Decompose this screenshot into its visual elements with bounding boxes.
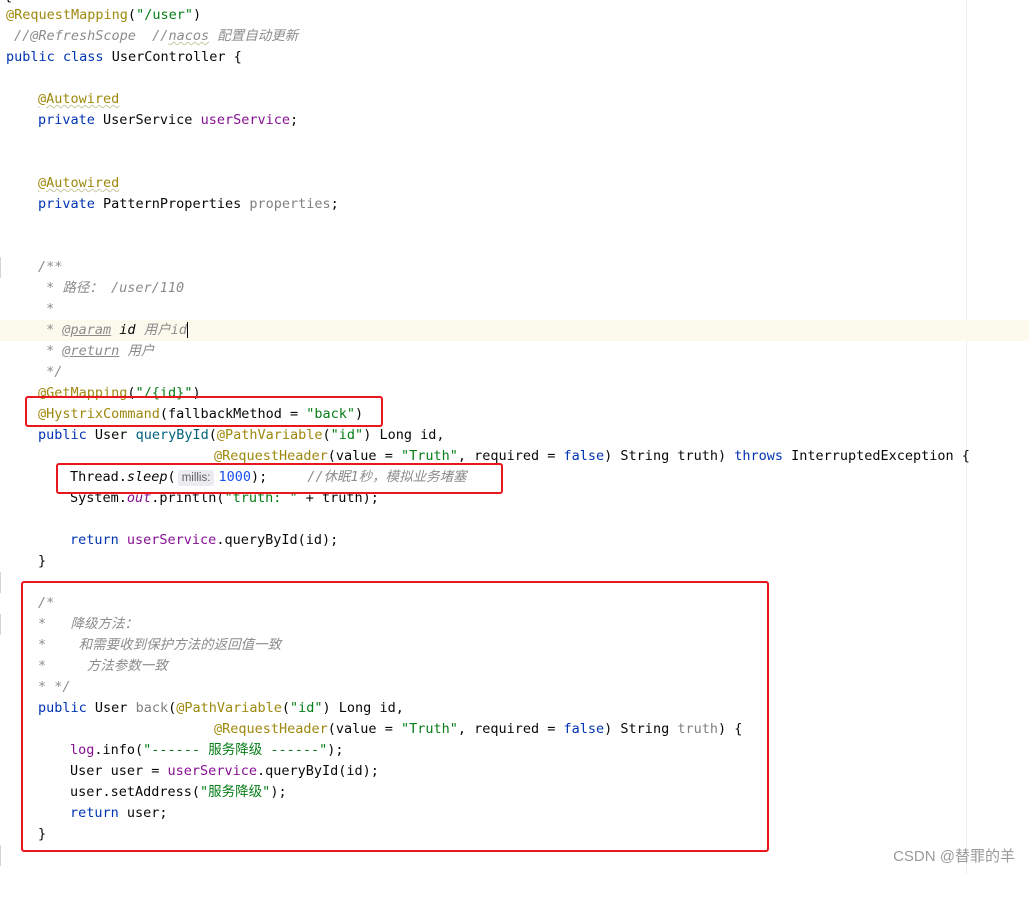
- doc-param-token: id: [111, 322, 136, 338]
- code-line[interactable]: return userService.queryById(id);: [0, 530, 1029, 551]
- code-token: ): [192, 7, 202, 23]
- code-line[interactable]: @Autowired: [0, 173, 1029, 194]
- code-line[interactable]: *: [0, 299, 1029, 320]
- keyword-token: return: [70, 532, 119, 548]
- keyword-token: public: [6, 49, 55, 65]
- code-token: User: [86, 427, 136, 443]
- doc-comment-token: * 路径： /user/110: [38, 280, 185, 296]
- code-token: InterruptedException {: [783, 448, 970, 464]
- code-line[interactable]: */: [0, 362, 1029, 383]
- doc-comment-token: /**: [38, 259, 63, 275]
- code-line[interactable]: @RequestMapping("/user"): [0, 5, 1029, 26]
- code-token: {: [225, 49, 242, 65]
- fold-marker[interactable]: [0, 257, 7, 278]
- code-token: ) String truth): [604, 448, 735, 464]
- code-token: UserService: [94, 112, 201, 128]
- code-token: (: [322, 427, 331, 443]
- field-token: userService: [200, 112, 290, 128]
- code-line[interactable]: private UserService userService;: [0, 110, 1029, 131]
- keyword-token: class: [62, 49, 104, 65]
- csdn-watermark: CSDN @替罪的羊: [893, 848, 1015, 865]
- string-token: "/user": [136, 7, 193, 23]
- doc-comment-token: *: [38, 301, 55, 317]
- code-token: ;: [289, 112, 299, 128]
- string-token: "id": [330, 427, 364, 443]
- code-token: (: [127, 7, 137, 23]
- code-line[interactable]: }: [0, 551, 1029, 593]
- code-editor[interactable]: { @RequestMapping("/user") //@RefreshSco…: [0, 0, 1029, 874]
- code-line[interactable]: * 路径： /user/110: [0, 278, 1029, 299]
- string-token: "Truth": [400, 448, 458, 464]
- code-line[interactable]: public User queryById(@PathVariable("id"…: [0, 425, 1029, 446]
- unused-field-token: properties: [249, 196, 331, 212]
- doc-comment-token: *: [38, 343, 63, 359]
- code-line[interactable]: private PatternProperties properties;: [0, 194, 1029, 215]
- code-token: ) Long id,: [363, 427, 445, 443]
- code-token: .queryById(id);: [216, 532, 339, 548]
- annotation-token: @Autowired: [38, 175, 120, 191]
- text-caret: [186, 322, 188, 338]
- fold-marker[interactable]: [0, 572, 7, 593]
- comment-token: //@RefreshScope: [14, 28, 136, 44]
- annotation-token: @PathVariable: [216, 427, 323, 443]
- doc-tag-token: @param: [62, 322, 112, 338]
- code-token: PatternProperties: [94, 196, 250, 212]
- fold-marker[interactable]: [0, 845, 7, 866]
- field-token: userService: [118, 532, 217, 548]
- code-line[interactable]: public class UserController {: [0, 47, 1029, 68]
- annotation-token: @Autowired: [38, 91, 120, 107]
- highlight-box-thread-sleep: [56, 463, 503, 494]
- method-name-token: queryById: [135, 427, 209, 443]
- doc-comment-token: 用户id: [135, 322, 187, 338]
- code-line[interactable]: * @return 用户: [0, 341, 1029, 362]
- code-line[interactable]: @Autowired: [0, 89, 1029, 110]
- keyword-token: private: [38, 196, 95, 212]
- code-token: (: [208, 427, 217, 443]
- comment-token: //: [135, 28, 169, 44]
- class-open-brace-fragment: {: [4, 0, 12, 4]
- comment-token: nacos: [168, 28, 210, 44]
- code-token: ;: [330, 196, 339, 212]
- doc-comment-token: */: [38, 364, 63, 380]
- class-name-token: UserController: [111, 49, 226, 65]
- keyword-token: throws: [734, 448, 783, 464]
- close-brace-token: }: [38, 553, 47, 569]
- code-token: , required =: [457, 448, 564, 464]
- annotation-token: @RequestMapping: [6, 7, 128, 23]
- keyword-token: false: [563, 448, 605, 464]
- doc-comment-token: 用户: [119, 343, 155, 359]
- code-line[interactable]: /**: [0, 257, 1029, 278]
- keyword-token: private: [38, 112, 95, 128]
- comment-token: 配置自动更新: [209, 28, 299, 44]
- doc-tag-token: @return: [62, 343, 120, 359]
- annotation-token: @RequestHeader: [214, 448, 328, 464]
- keyword-token: public: [38, 427, 87, 443]
- code-line-current[interactable]: * @param id 用户id: [0, 320, 1029, 341]
- highlight-box-hystrix-annotation: [25, 396, 383, 427]
- highlight-box-fallback-method: [21, 581, 769, 852]
- doc-comment-token: *: [38, 322, 63, 338]
- code-line[interactable]: //@RefreshScope //nacos 配置自动更新: [0, 26, 1029, 47]
- code-token: (value =: [327, 448, 401, 464]
